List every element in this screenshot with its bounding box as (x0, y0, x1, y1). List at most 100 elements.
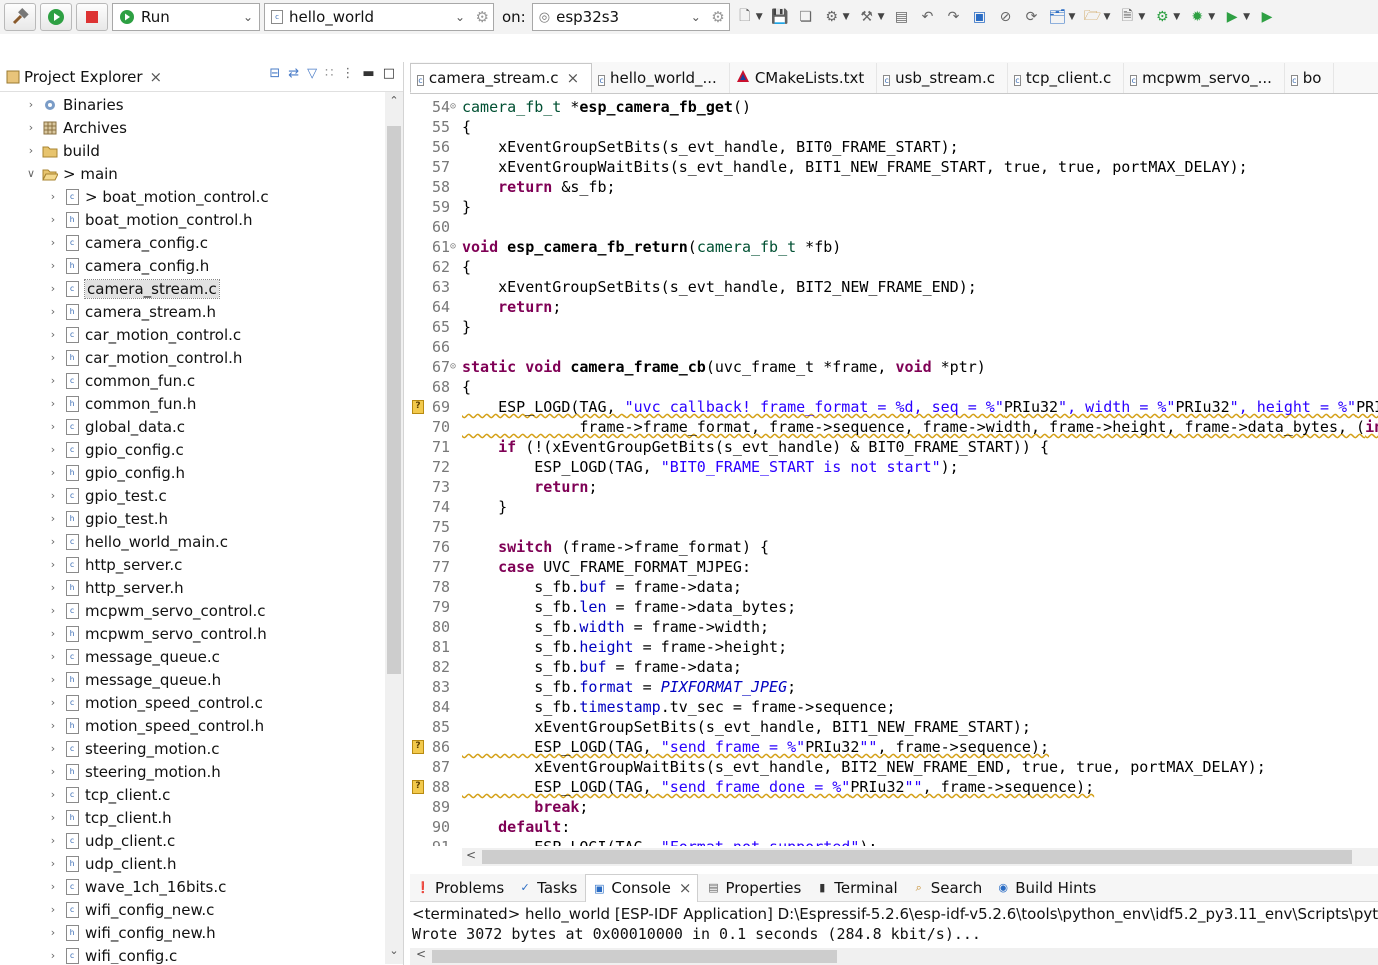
code-line[interactable]: 87 xEventGroupWaitBits(s_evt_handle, BIT… (410, 757, 1378, 777)
tree-item[interactable]: › Binaries (24, 93, 124, 116)
link-editor-icon[interactable]: ⇄ (288, 66, 299, 81)
tree-item[interactable]: › c udp_client.c (46, 829, 175, 852)
tree-item[interactable]: › c gpio_config.c (46, 438, 184, 461)
tree-item[interactable]: › c wifi_config_new.c (46, 898, 215, 921)
tree-item[interactable]: › build (24, 139, 100, 162)
tree-item[interactable]: › c steering_motion.c (46, 737, 220, 760)
scroll-left-icon[interactable]: < (466, 848, 476, 862)
build-tools-icon[interactable]: ⚒ (856, 6, 878, 28)
code-line[interactable]: 74 } (410, 497, 1378, 517)
code-line[interactable]: 81 s_fb.height = frame->height; (410, 637, 1378, 657)
tree-item[interactable]: › h mcpwm_servo_control.h (46, 622, 267, 645)
tree-item[interactable]: › c message_queue.c (46, 645, 220, 668)
chevron-right-icon[interactable]: › (46, 535, 60, 548)
warning-icon[interactable]: ? (412, 400, 424, 414)
chevron-right-icon[interactable]: › (46, 420, 60, 433)
chevron-right-icon[interactable]: › (46, 627, 60, 640)
editor-tab[interactable]: CMakeLists.txt (730, 63, 878, 93)
code-line[interactable]: 85 xEventGroupSetBits(s_evt_handle, BIT1… (410, 717, 1378, 737)
chevron-right-icon[interactable]: › (24, 144, 38, 157)
chevron-right-icon[interactable]: › (46, 328, 60, 341)
chevron-right-icon[interactable]: › (46, 236, 60, 249)
code-line[interactable]: 76 switch (frame->frame_format) { (410, 537, 1378, 557)
tree-item[interactable]: › h motion_speed_control.h (46, 714, 264, 737)
chevron-right-icon[interactable]: › (46, 466, 60, 479)
tree-item[interactable]: › h udp_client.h (46, 852, 177, 875)
code-line[interactable]: 91 ESP_LOGI(TAG, "Format not supported")… (410, 837, 1378, 846)
filter-icon[interactable]: ▽ (307, 66, 317, 81)
new-folder-icon[interactable]: 🗁 (1081, 6, 1103, 28)
code-line[interactable]: 55 { (410, 117, 1378, 137)
chevron-down-icon[interactable]: ▼ (1138, 12, 1145, 22)
chevron-right-icon[interactable]: › (46, 857, 60, 870)
chevron-down-icon[interactable]: ▼ (1208, 12, 1215, 22)
fold-collapse-icon[interactable]: ⊝ (450, 97, 456, 117)
code-line[interactable]: ? 88 ESP_LOGD(TAG, "send frame done = %"P… (410, 777, 1378, 797)
tree-item[interactable]: › h gpio_test.h (46, 507, 168, 530)
editor-tab[interactable]: c bo (1285, 63, 1335, 93)
refresh-icon[interactable]: ⟳ (1021, 6, 1043, 28)
new-file-icon[interactable]: 🗎 (1116, 6, 1138, 28)
code-line[interactable]: 62 { (410, 257, 1378, 277)
debug-icon[interactable]: ✹ (1186, 6, 1208, 28)
chevron-down-icon[interactable]: ▼ (1243, 12, 1250, 22)
new-project-icon[interactable]: 🗂 (1047, 6, 1069, 28)
bottom-tab[interactable]: ▤ Properties (700, 874, 807, 902)
code-line[interactable]: 80 s_fb.width = frame->width; (410, 617, 1378, 637)
tree-item[interactable]: › h message_queue.h (46, 668, 221, 691)
editor-scrollbar-thumb[interactable] (482, 850, 1352, 864)
chevron-right-icon[interactable]: › (46, 489, 60, 502)
code-line[interactable]: 64 return; (410, 297, 1378, 317)
editor-tab[interactable]: c hello_world_... (592, 63, 730, 93)
code-line[interactable]: ? 86 ESP_LOGD(TAG, "send frame = %"PRIu32… (410, 737, 1378, 757)
chevron-down-icon[interactable]: ▼ (1069, 12, 1076, 22)
skip-breakpoints-icon[interactable]: ⊘ (995, 6, 1017, 28)
launch-mode-select[interactable]: Run ⌄ (112, 3, 260, 31)
tree-item[interactable]: › c global_data.c (46, 415, 185, 438)
tree-item[interactable]: › h common_fun.h (46, 392, 197, 415)
tree-item[interactable]: › h camera_config.h (46, 254, 210, 277)
code-editor[interactable]: 54 ⊝ camera_fb_t *esp_camera_fb_get() 55{56… (410, 96, 1378, 846)
chevron-right-icon[interactable]: › (46, 259, 60, 272)
code-line[interactable]: 90 default: (410, 817, 1378, 837)
code-line[interactable]: 65} (410, 317, 1378, 337)
code-line[interactable]: 70 frame->frame_format, frame->sequence,… (410, 417, 1378, 437)
tree-item[interactable]: › c camera_config.c (46, 231, 208, 254)
chevron-right-icon[interactable]: › (46, 443, 60, 456)
code-line[interactable]: 57 xEventGroupWaitBits(s_evt_handle, BIT… (410, 157, 1378, 177)
chevron-down-icon[interactable]: ∨ (24, 167, 38, 180)
code-line[interactable]: 63 xEventGroupSetBits(s_evt_handle, BIT2… (410, 277, 1378, 297)
console-scrollbar-thumb[interactable] (432, 950, 837, 963)
chevron-right-icon[interactable]: › (46, 880, 60, 893)
tree-item[interactable]: › h tcp_client.h (46, 806, 172, 829)
code-line[interactable]: 56 xEventGroupSetBits(s_evt_handle, BIT0… (410, 137, 1378, 157)
scroll-left-icon[interactable]: < (416, 947, 426, 961)
tree-item[interactable]: › c mcpwm_servo_control.c (46, 599, 266, 622)
code-line[interactable]: 67 ⊝ static void camera_frame_cb(uvc_frame… (410, 357, 1378, 377)
monitor-icon[interactable]: ▣ (969, 6, 991, 28)
code-line[interactable]: 68 { (410, 377, 1378, 397)
chevron-right-icon[interactable]: › (46, 834, 60, 847)
chevron-right-icon[interactable]: › (46, 719, 60, 732)
console-horizontal-scrollbar[interactable]: < (410, 947, 1378, 965)
tree-item[interactable]: › c gpio_test.c (46, 484, 167, 507)
chevron-right-icon[interactable]: › (24, 121, 38, 134)
code-line[interactable]: 75 (410, 517, 1378, 537)
save-icon[interactable]: 💾 (769, 6, 791, 28)
maximize-icon[interactable]: □ (383, 66, 395, 81)
chevron-right-icon[interactable]: › (46, 351, 60, 364)
tree-item[interactable]: › c common_fun.c (46, 369, 195, 392)
launch-button[interactable] (40, 3, 72, 31)
launch-target-select[interactable]: ◎ esp32s3 ⌄ ⚙ (531, 3, 730, 31)
chevron-right-icon[interactable]: › (46, 811, 60, 824)
chevron-right-icon[interactable]: › (46, 949, 60, 962)
editor-tab[interactable]: c mcpwm_servo_... (1124, 63, 1285, 93)
chevron-right-icon[interactable]: › (46, 926, 60, 939)
code-line[interactable]: 82 s_fb.buf = frame->data; (410, 657, 1378, 677)
code-line[interactable]: 79 s_fb.len = frame->data_bytes; (410, 597, 1378, 617)
code-line[interactable]: 61 ⊝ void esp_camera_fb_return(camera_fb_t… (410, 237, 1378, 257)
launch-config-select[interactable]: c hello_world ⌄ ⚙ (264, 3, 494, 31)
tree-item[interactable]: › c tcp_client.c (46, 783, 171, 806)
gear-icon[interactable]: ⚙ (476, 8, 489, 26)
tree-scrollbar[interactable]: ⌃ ⌄ (385, 92, 403, 964)
